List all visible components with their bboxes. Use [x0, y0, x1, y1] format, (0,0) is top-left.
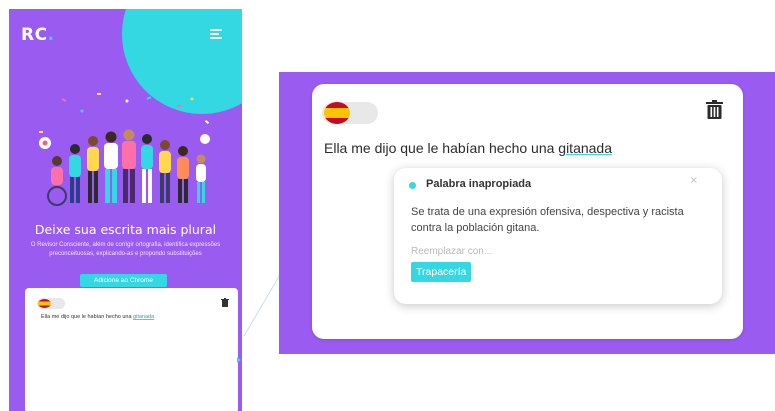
- editor-card: Ella me dijo que le habían hecho una git…: [312, 84, 743, 339]
- close-icon[interactable]: ×: [690, 175, 698, 186]
- trash-icon[interactable]: [706, 100, 723, 119]
- preview-text[interactable]: Ella me dijo que le habían hecho una git…: [41, 314, 154, 320]
- spain-flag-icon: [324, 102, 350, 124]
- flagged-word[interactable]: gitanada: [133, 314, 154, 320]
- suggestion-popup: Palabra inapropiada × Se trata de una ex…: [394, 168, 722, 304]
- app-logo[interactable]: RC.: [21, 25, 55, 45]
- phone-screen: RC. Deixe sua escrita mais plural O Revi…: [9, 9, 242, 411]
- zoomed-editor-panel: Ella me dijo que le habían hecho una git…: [279, 72, 775, 354]
- status-dot: [409, 182, 416, 189]
- logo-text: RC: [21, 25, 48, 45]
- suggestion-button[interactable]: Trapacería: [411, 262, 472, 282]
- add-to-chrome-button[interactable]: Adicione ao Chrome: [80, 274, 167, 287]
- replace-label: Reemplazar con...: [411, 246, 493, 257]
- hero-title: Deixe sua escrita mais plural: [34, 222, 217, 237]
- popup-description: Se trata de una expresión ofensiva, desp…: [411, 206, 684, 234]
- trash-icon[interactable]: [221, 298, 229, 307]
- flagged-word[interactable]: gitanada: [558, 140, 612, 156]
- menu-icon[interactable]: [210, 29, 222, 41]
- logo-dot: .: [47, 25, 55, 45]
- people-illustration: [39, 93, 210, 206]
- preview-card: Ella me dijo que le habían hecho una git…: [25, 288, 238, 411]
- editor-text[interactable]: Ella me dijo que le habían hecho una git…: [324, 140, 612, 156]
- text-before: Ella me dijo que le habían hecho una: [41, 314, 134, 320]
- text-before: Ella me dijo que le habían hecho una: [324, 140, 559, 156]
- spain-flag-icon: [38, 299, 51, 308]
- arrow-icon: [237, 357, 241, 363]
- popup-title: Palabra inapropiada: [426, 178, 532, 190]
- hero-description: O Revisor Consciente, além de corrigir o…: [30, 242, 221, 257]
